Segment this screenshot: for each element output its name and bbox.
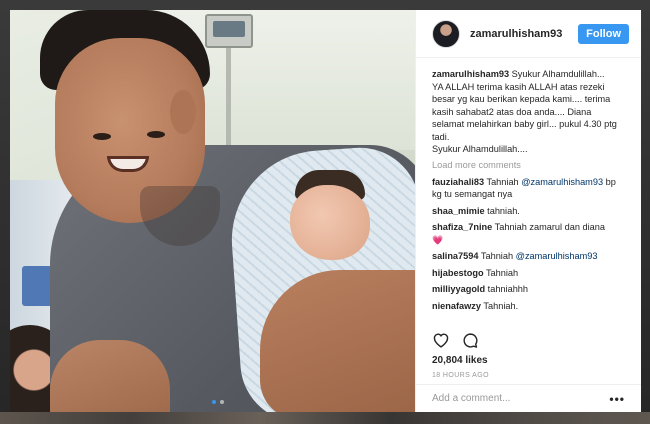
- photo-ear: [170, 90, 196, 134]
- like-count[interactable]: 20,804 likes: [432, 355, 488, 366]
- comment-item: shaa_mimie tahniah.: [432, 205, 625, 218]
- comment-username[interactable]: fauziahali83: [432, 177, 484, 187]
- caption-username[interactable]: zamarulhisham93: [432, 69, 509, 79]
- carousel-dot[interactable]: [220, 400, 224, 404]
- follow-button[interactable]: Follow: [578, 23, 629, 44]
- background-feed-strip: [0, 412, 650, 424]
- photo-baby-face: [290, 185, 370, 260]
- comment-username[interactable]: nienafawzy: [432, 301, 481, 311]
- add-comment-bar: Add a comment... •••: [416, 384, 641, 412]
- carousel-dot[interactable]: [212, 400, 216, 404]
- post-side-panel: zamarulhisham93 Follow zamarulhisham93 S…: [415, 10, 641, 412]
- post-header: zamarulhisham93 Follow: [416, 10, 641, 58]
- comment-bubble-icon[interactable]: [462, 332, 479, 349]
- comment-username[interactable]: shafiza_7nine: [432, 222, 492, 232]
- ellipsis-icon[interactable]: •••: [609, 392, 625, 406]
- comment-text: Tahniah.: [481, 300, 519, 311]
- avatar[interactable]: [432, 19, 460, 48]
- comment-mention[interactable]: @zamarulhisham93: [516, 251, 598, 261]
- heart-icon[interactable]: [432, 332, 450, 349]
- comment-username[interactable]: hijabestogo: [432, 268, 484, 278]
- comment-item: nienafawzy Tahniah.: [432, 300, 625, 313]
- comment-text: Tahniah: [484, 176, 522, 187]
- heart-emoji-icon: 💗: [432, 234, 444, 245]
- comment-item: milliyyagold tahniahhh: [432, 283, 625, 296]
- caption-text: Syukur Alhamdulillah... YA ALLAH terima …: [432, 69, 617, 154]
- comment-item: shafiza_7nine Tahniah zamarul dan diana …: [432, 221, 625, 246]
- post-timestamp: 18 HOURS AGO: [432, 372, 489, 379]
- comment-item: salina7594 Tahniah @zamarulhisham93: [432, 250, 625, 263]
- post-caption: zamarulhisham93 Syukur Alhamdulillah... …: [432, 68, 625, 156]
- photo-monitor: [205, 14, 253, 48]
- post-username[interactable]: zamarulhisham93: [470, 28, 578, 40]
- comment-text: Tahniah: [478, 251, 516, 261]
- post-photo[interactable]: [10, 10, 415, 412]
- comment-username[interactable]: salina7594: [432, 251, 479, 261]
- comment-text: Tahniah zamarul dan diana: [492, 222, 605, 232]
- comment-item: fauziahali83 Tahniah @zamarulhisham93 bp…: [432, 176, 625, 201]
- load-more-comments-link[interactable]: Load more comments: [432, 160, 625, 170]
- comment-text: tahniahhh: [485, 284, 529, 294]
- add-comment-input[interactable]: Add a comment...: [432, 393, 609, 404]
- post-actions: [432, 332, 479, 349]
- post-modal: zamarulhisham93 Follow zamarulhisham93 S…: [10, 10, 641, 412]
- carousel-dots[interactable]: [212, 400, 224, 404]
- comment-text: tahniah.: [484, 205, 520, 216]
- comment-mention[interactable]: @zamarulhisham93: [521, 177, 603, 187]
- comments-list[interactable]: zamarulhisham93 Syukur Alhamdulillah... …: [416, 58, 641, 336]
- comment-username[interactable]: milliyyagold: [432, 284, 485, 294]
- photo-forearm: [50, 340, 170, 412]
- comment-username[interactable]: shaa_mimie: [432, 206, 485, 216]
- comment-item: hijabestogo Tahniah: [432, 267, 625, 280]
- comment-text: Tahniah: [483, 267, 519, 278]
